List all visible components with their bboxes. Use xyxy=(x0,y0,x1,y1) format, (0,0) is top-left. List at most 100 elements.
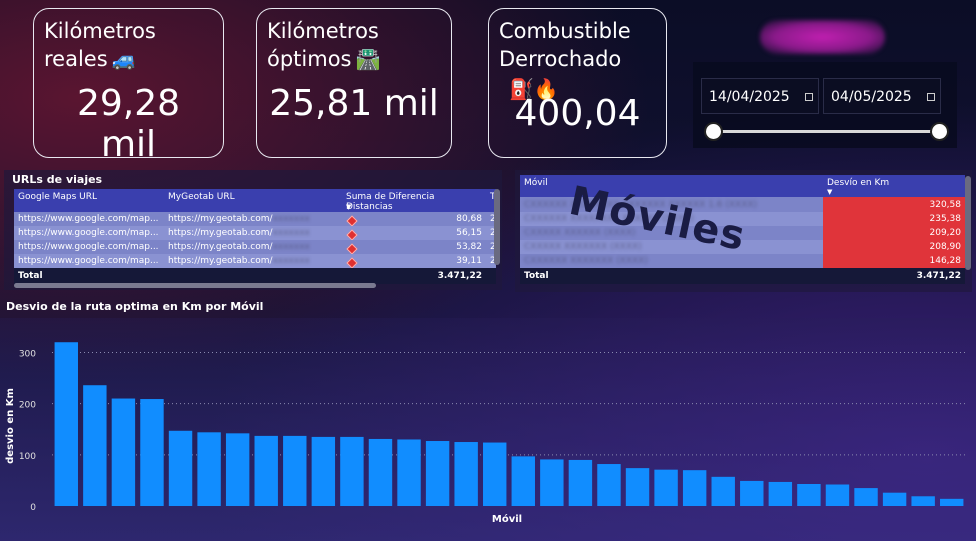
bar xyxy=(397,439,421,506)
column-header-diff-label: Suma de Diferencia Distancias xyxy=(346,192,435,212)
bar xyxy=(425,441,450,506)
table-row: https://www.google.com/map... https://my… xyxy=(14,254,496,268)
geotab-link-text: https://my.geotab.com/ xyxy=(168,242,273,252)
gmaps-link[interactable]: https://www.google.com/map... xyxy=(14,254,164,268)
gmaps-link[interactable]: https://www.google.com/map... xyxy=(14,212,164,226)
bar xyxy=(168,430,193,506)
bar xyxy=(654,469,678,506)
total-label: Total xyxy=(14,268,164,284)
bar xyxy=(540,459,564,506)
warning-diamond-icon xyxy=(346,256,358,268)
warning-diamond-icon xyxy=(346,214,358,226)
bar xyxy=(682,470,707,506)
geotab-link[interactable]: https://my.geotab.com/xxxxxxx xyxy=(164,212,342,226)
bar xyxy=(225,433,250,506)
total-label: Total xyxy=(520,268,823,284)
kpi-card-real-km: Kilómetros reales 🚙 29,28 mil xyxy=(33,8,224,165)
bar xyxy=(625,468,650,506)
x-axis-label: Móvil xyxy=(492,513,522,525)
kpi-value: 400,04 xyxy=(514,93,641,134)
end-date-input[interactable]: 04/05/2025 xyxy=(823,78,941,114)
bar xyxy=(368,438,393,506)
end-date-value: 04/05/2025 xyxy=(831,89,912,105)
bar xyxy=(911,496,935,506)
redaction-blob xyxy=(760,20,885,54)
urls-table-title: URLs de viajes xyxy=(12,173,103,186)
date-slider-end-handle[interactable] xyxy=(930,122,949,141)
column-header-movil[interactable]: Móvil xyxy=(520,175,823,197)
sort-desc-icon: ▼ xyxy=(346,203,352,211)
bar xyxy=(882,492,907,506)
start-date-value: 14/04/2025 xyxy=(709,89,790,105)
table-row: CXXXXXX XXXXXXX (XXXX) 146,28 xyxy=(520,254,965,268)
kpi-title-line1: Kilómetros xyxy=(44,19,156,43)
bar xyxy=(597,464,621,506)
date-slider-track[interactable] xyxy=(713,130,939,133)
diff-cell: 39,11 xyxy=(342,254,486,268)
geotab-link-text: https://my.geotab.com/ xyxy=(168,228,273,238)
redacted-text: xxxxxxx xyxy=(272,256,310,266)
bar xyxy=(568,459,593,506)
kpi-title-line2: reales xyxy=(44,47,108,71)
bar xyxy=(768,481,793,506)
table-row: https://www.google.com/map... https://my… xyxy=(14,226,496,240)
diff-cell: 80,68 xyxy=(342,212,486,226)
geotab-link[interactable]: https://my.geotab.com/xxxxxxx xyxy=(164,240,342,254)
calendar-icon[interactable] xyxy=(805,93,813,101)
y-tick-label: 300 xyxy=(19,349,36,359)
vertical-scrollbar[interactable] xyxy=(965,176,971,270)
gmaps-link[interactable]: https://www.google.com/map... xyxy=(14,240,164,254)
desvio-cell: 320,58 xyxy=(823,197,965,212)
desvio-cell: 235,38 xyxy=(823,212,965,226)
horizontal-scrollbar[interactable] xyxy=(14,283,376,288)
kpi-value: 29,28 mil xyxy=(76,83,181,165)
kpi-value: 25,81 mil xyxy=(269,83,439,124)
urls-table: Google Maps URL MyGeotab URL Suma de Dif… xyxy=(14,189,496,284)
gmaps-link[interactable]: https://www.google.com/map... xyxy=(14,226,164,240)
diff-value: 39,11 xyxy=(456,255,482,266)
total-value: 3.471,22 xyxy=(823,268,965,284)
sort-desc-icon: ▼ xyxy=(827,188,833,196)
date-range-slicer: 14/04/2025 04/05/2025 xyxy=(693,62,957,148)
movil-cell: CXXXXXX XXXXXXX (XXXX) xyxy=(520,254,823,268)
bar xyxy=(511,456,535,506)
start-date-input[interactable]: 14/04/2025 xyxy=(701,78,819,114)
diff-value: 53,82 xyxy=(456,241,482,252)
desvio-cell: 209,20 xyxy=(823,226,965,240)
kpi-title-line1: Kilómetros xyxy=(267,19,379,43)
y-axis-label: desvio en Km xyxy=(5,388,16,464)
bar xyxy=(254,435,278,506)
total-row: Total 3.471,22 xyxy=(520,268,965,284)
geotab-link[interactable]: https://my.geotab.com/xxxxxxx xyxy=(164,254,342,268)
bar xyxy=(740,480,764,506)
bar xyxy=(940,498,964,506)
bar xyxy=(711,476,735,506)
redacted-text: xxxxxxx xyxy=(272,228,310,238)
kpi-title-line2: Derrochado xyxy=(499,47,622,71)
calendar-icon[interactable] xyxy=(927,93,935,101)
kpi-title-line1: Combustible xyxy=(499,19,631,43)
y-tick-label: 200 xyxy=(19,401,36,411)
column-header-desvio[interactable]: Desvío en Km ▼ xyxy=(823,175,965,197)
vertical-scrollbar[interactable] xyxy=(494,189,500,265)
bar xyxy=(483,442,507,506)
kpi-card-fuel-wasted: Combustible Derrochado ⛽🔥 400,04 xyxy=(488,8,667,158)
bar xyxy=(283,435,307,506)
date-slider-start-handle[interactable] xyxy=(704,122,723,141)
bar xyxy=(111,398,136,506)
geotab-link-text: https://my.geotab.com/ xyxy=(168,214,273,224)
kpi-card-optimal-km: Kilómetros óptimos 🛣️ 25,81 mil xyxy=(256,8,452,158)
geotab-link[interactable]: https://my.geotab.com/xxxxxxx xyxy=(164,226,342,240)
diff-cell: 53,82 xyxy=(342,240,486,254)
table-row: https://www.google.com/map... https://my… xyxy=(14,240,496,254)
column-header-gmaps[interactable]: Google Maps URL xyxy=(14,189,164,212)
urls-table-panel: URLs de viajes Google Maps URL MyGeotab … xyxy=(4,170,502,290)
column-header-diff[interactable]: Suma de Diferencia Distancias ▼ xyxy=(342,189,486,212)
desvio-cell: 146,28 xyxy=(823,254,965,268)
column-header-geotab[interactable]: MyGeotab URL xyxy=(164,189,342,212)
diff-value: 56,15 xyxy=(456,227,482,238)
geotab-link-text: https://my.geotab.com/ xyxy=(168,256,273,266)
table-row: https://www.google.com/map... https://my… xyxy=(14,212,496,226)
redacted-text: CXXXXXX XXXXXXX (XXXX) xyxy=(524,256,648,266)
bar xyxy=(454,442,478,506)
